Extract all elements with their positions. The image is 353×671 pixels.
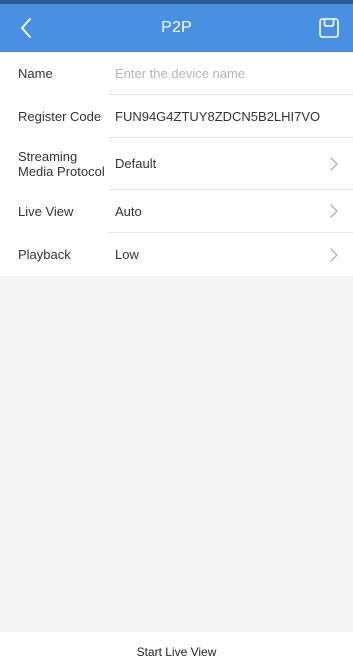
name-value-cell: [108, 52, 353, 95]
register-code-row: Register Code FUN94G4ZTUY8ZDCN5B2LHI7VO: [0, 95, 353, 138]
register-code-value-cell: FUN94G4ZTUY8ZDCN5B2LHI7VO: [108, 95, 353, 138]
chevron-right-icon: [330, 247, 338, 262]
name-row: Name: [0, 52, 353, 95]
name-input[interactable]: [115, 65, 325, 81]
playback-row[interactable]: Playback Low: [0, 233, 353, 276]
streaming-protocol-label-line1: Streaming: [18, 149, 78, 164]
streaming-protocol-value-cell: Default: [108, 138, 353, 190]
streaming-protocol-value: Default: [115, 156, 157, 171]
save-icon: [319, 18, 339, 38]
live-view-value-cell: Auto: [108, 190, 353, 233]
register-code-value[interactable]: FUN94G4ZTUY8ZDCN5B2LHI7VO: [115, 109, 320, 124]
page-title: P2P: [161, 19, 192, 36]
p2p-screen: P2P Name Register Code FUN94G4ZTUY8ZDCN5…: [0, 0, 353, 671]
back-button[interactable]: [10, 12, 42, 44]
live-view-row[interactable]: Live View Auto: [0, 190, 353, 233]
register-code-label: Register Code: [18, 109, 102, 124]
bottom-action-bar: Start Live View: [0, 632, 353, 671]
header-bar: P2P: [0, 4, 353, 52]
chevron-right-icon: [330, 156, 338, 171]
chevron-right-icon: [330, 204, 338, 218]
live-view-label: Live View: [18, 204, 74, 219]
streaming-protocol-row[interactable]: Streaming Media Protocol Default: [0, 138, 353, 190]
playback-label: Playback: [18, 247, 71, 262]
start-live-view-button[interactable]: Start Live View: [117, 639, 237, 665]
chevron-left-icon: [21, 18, 31, 38]
name-label: Name: [18, 66, 53, 81]
playback-value: Low: [115, 247, 139, 262]
streaming-protocol-label: Streaming Media Protocol: [0, 149, 108, 179]
playback-value-cell: Low: [108, 233, 353, 276]
live-view-value: Auto: [115, 203, 142, 219]
streaming-protocol-label-line2: Media Protocol: [18, 164, 105, 179]
device-form: Name Register Code FUN94G4ZTUY8ZDCN5B2LH…: [0, 52, 353, 276]
save-button[interactable]: [313, 12, 345, 44]
